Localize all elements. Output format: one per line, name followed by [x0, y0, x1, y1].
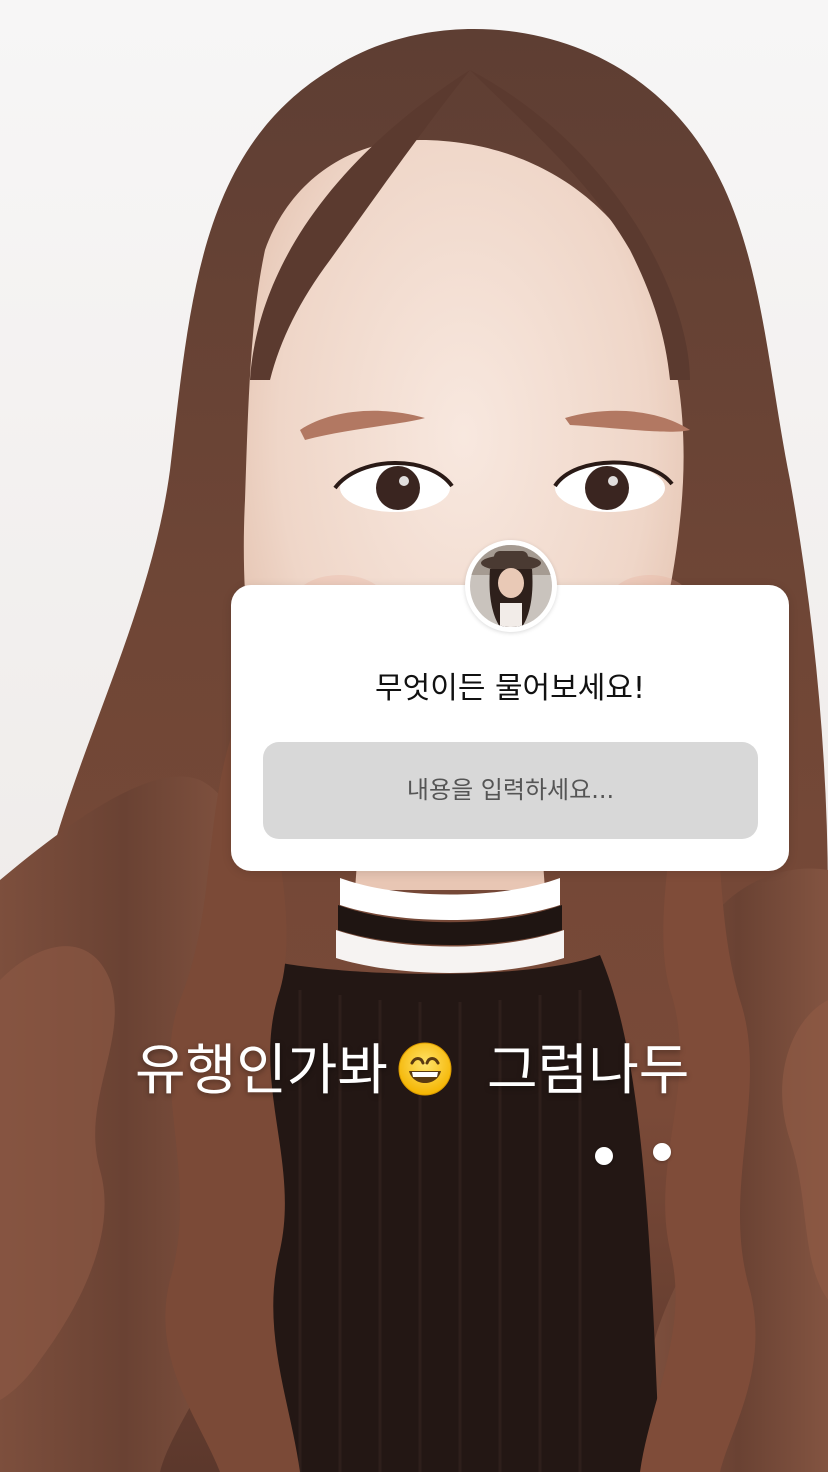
story-view[interactable]: 무엇이든 물어보세요! 내용을 입력하세요... 유행인가봐 그럼나두 — [0, 0, 828, 1472]
sticker-title: 무엇이든 물어보세요! — [375, 671, 645, 706]
caption-text-right: 그럼나두 — [487, 1038, 690, 1102]
decor-dot — [595, 1147, 613, 1165]
caption-text-left: 유행인가봐 — [135, 1038, 389, 1102]
profile-avatar — [465, 540, 557, 632]
question-input[interactable]: 내용을 입력하세요... — [263, 742, 758, 839]
grinning-face-icon — [397, 1041, 453, 1097]
question-input-placeholder: 내용을 입력하세요... — [406, 776, 615, 804]
decor-dot — [653, 1143, 671, 1161]
